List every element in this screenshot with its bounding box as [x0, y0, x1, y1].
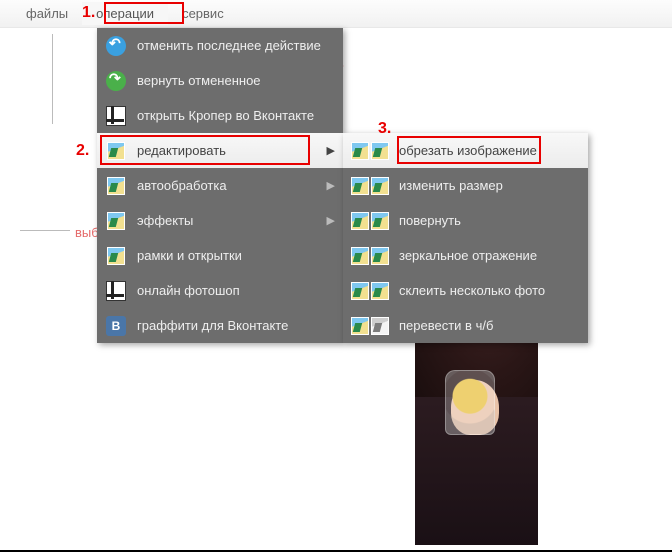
submenu-item-label: изменить размер — [399, 178, 503, 193]
undo-icon — [105, 35, 127, 57]
thumb-icon — [105, 175, 127, 197]
submenu-item-label: склеить несколько фото — [399, 283, 545, 298]
edit-submenu: обрезать изображение изменить размер пов… — [343, 133, 588, 343]
submenu-resize[interactable]: изменить размер — [343, 168, 588, 203]
submenu-merge[interactable]: склеить несколько фото — [343, 273, 588, 308]
thumb-pair-icon — [351, 282, 389, 300]
vk-icon: B — [105, 315, 127, 337]
thumb-pair-icon — [351, 317, 389, 335]
submenu-crop[interactable]: обрезать изображение — [343, 133, 588, 168]
submenu-bw[interactable]: перевести в ч/б — [343, 308, 588, 343]
menu-item-label: граффити для Вконтакте — [137, 318, 335, 333]
menu-operations[interactable]: операции — [82, 2, 168, 25]
menubar: файлы операции сервис — [0, 0, 672, 28]
crop-icon — [105, 280, 127, 302]
thumb-icon — [105, 140, 127, 162]
menu-item-label: редактировать — [137, 143, 327, 158]
menu-redo[interactable]: вернуть отмененное — [97, 63, 343, 98]
menu-item-label: эффекты — [137, 213, 327, 228]
submenu-item-label: обрезать изображение — [399, 143, 537, 158]
thumb-icon — [105, 210, 127, 232]
crop-icon — [105, 105, 127, 127]
menu-online-photoshop[interactable]: онлайн фотошоп — [97, 273, 343, 308]
operations-dropdown: отменить последнее действие вернуть отме… — [97, 28, 343, 343]
menu-auto-process[interactable]: автообработка ▶ — [97, 168, 343, 203]
menu-item-label: рамки и открытки — [137, 248, 335, 263]
menu-service[interactable]: сервис — [168, 2, 238, 25]
thumb-pair-icon — [351, 142, 389, 160]
menu-item-label: отменить последнее действие — [137, 38, 335, 53]
thumb-pair-icon — [351, 247, 389, 265]
menu-item-label: открыть Кропер во Вконтакте — [137, 108, 335, 123]
submenu-rotate[interactable]: повернуть — [343, 203, 588, 238]
submenu-item-label: повернуть — [399, 213, 461, 228]
menu-undo[interactable]: отменить последнее действие — [97, 28, 343, 63]
submenu-item-label: перевести в ч/б — [399, 318, 493, 333]
menu-effects[interactable]: эффекты ▶ — [97, 203, 343, 238]
menu-item-label: автообработка — [137, 178, 327, 193]
menu-item-label: вернуть отмененное — [137, 73, 335, 88]
redo-icon — [105, 70, 127, 92]
menu-item-label: онлайн фотошоп — [137, 283, 335, 298]
menu-open-kroper-vk[interactable]: открыть Кропер во Вконтакте — [97, 98, 343, 133]
menu-frames[interactable]: рамки и открытки — [97, 238, 343, 273]
thumb-pair-icon — [351, 212, 389, 230]
annotation-2: 2. — [76, 142, 89, 160]
submenu-item-label: зеркальное отражение — [399, 248, 537, 263]
bg-select-text: выб — [75, 225, 99, 240]
thumb-pair-icon — [351, 177, 389, 195]
submenu-arrow-icon: ▶ — [327, 179, 335, 192]
menu-graffiti-vk[interactable]: B граффити для Вконтакте — [97, 308, 343, 343]
thumb-icon — [105, 245, 127, 267]
submenu-mirror[interactable]: зеркальное отражение — [343, 238, 588, 273]
bg-divider — [52, 34, 53, 124]
bg-divider — [20, 230, 70, 231]
menu-edit[interactable]: редактировать ▶ — [97, 133, 343, 168]
submenu-arrow-icon: ▶ — [327, 144, 335, 157]
submenu-arrow-icon: ▶ — [327, 214, 335, 227]
menu-files[interactable]: файлы — [12, 2, 82, 25]
